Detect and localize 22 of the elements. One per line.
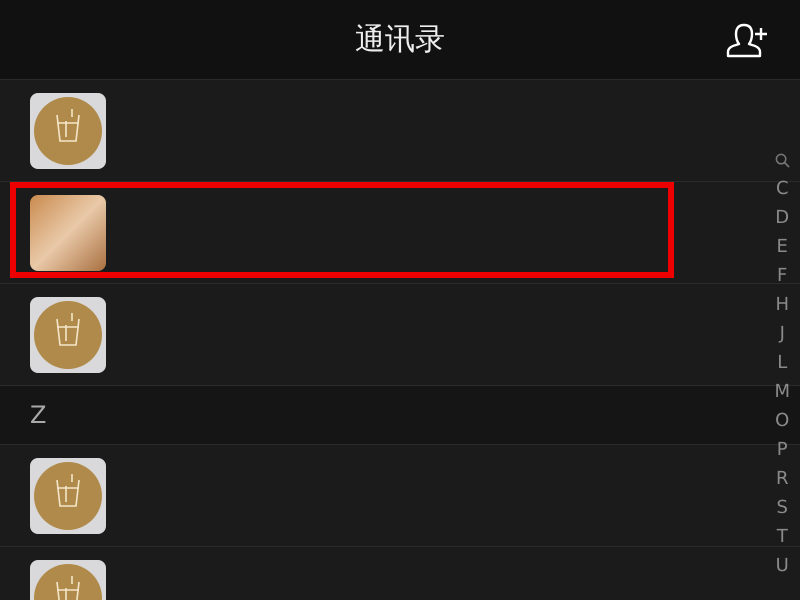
section-letter: Z [30, 401, 46, 429]
logo-avatar-icon [30, 92, 106, 168]
index-letter[interactable]: O [775, 406, 790, 435]
index-letter[interactable]: R [776, 464, 788, 493]
index-letter[interactable]: D [775, 203, 790, 232]
index-letter[interactable]: J [780, 319, 785, 348]
index-letter[interactable]: T [776, 522, 788, 551]
search-icon[interactable] [774, 153, 790, 168]
index-letter[interactable]: F [777, 261, 788, 290]
index-letter[interactable]: S [776, 493, 788, 522]
index-letter[interactable]: E [776, 232, 788, 261]
logo-avatar-icon [30, 296, 106, 372]
index-letter[interactable]: L [777, 348, 788, 377]
index-letter[interactable]: H [775, 290, 789, 319]
index-letter[interactable]: M [774, 377, 790, 406]
index-letter[interactable]: C [776, 174, 789, 203]
add-contact-icon[interactable] [724, 22, 768, 58]
contact-row[interactable] [0, 182, 800, 284]
page-title: 通讯录 [355, 21, 445, 59]
index-letter[interactable]: P [776, 435, 788, 464]
index-letter[interactable]: U [776, 551, 789, 580]
logo-avatar-icon [30, 458, 106, 534]
